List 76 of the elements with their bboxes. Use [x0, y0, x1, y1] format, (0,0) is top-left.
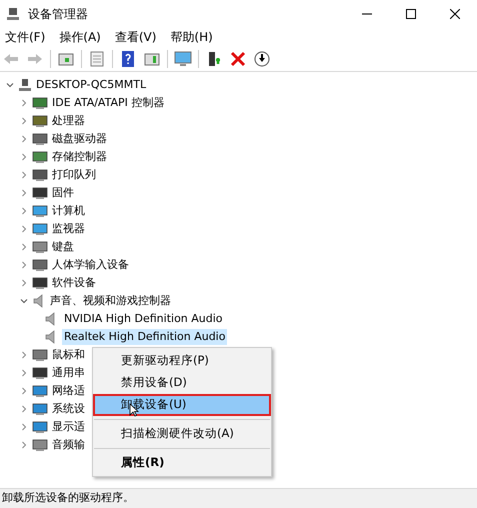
device-icon [32, 240, 48, 254]
expand-chevron-icon[interactable] [20, 405, 28, 413]
device-icon [32, 420, 48, 434]
tree-item[interactable]: 人体学输入设备 [52, 256, 129, 274]
tree-item[interactable]: 显示适 [52, 418, 85, 436]
tree-item[interactable]: NVIDIA High Definition Audio [62, 310, 225, 328]
device-icon [32, 132, 48, 146]
menu-item[interactable]: 查看(V) [114, 28, 156, 46]
device-icon [32, 348, 48, 362]
device-icon [32, 96, 48, 110]
menu-option[interactable]: 更新驱动程序(P) [93, 350, 271, 372]
close-icon [450, 8, 460, 18]
tree-item[interactable]: 磁盘驱动器 [52, 130, 107, 148]
expand-chevron-icon[interactable] [20, 99, 28, 107]
device-icon [32, 114, 48, 128]
tree-item[interactable]: IDE ATA/ATAPI 控制器 [52, 94, 164, 112]
menu-option[interactable]: 扫描检测硬件改动(A) [93, 423, 271, 445]
tree-item[interactable]: DESKTOP-QC5MMTL [36, 76, 146, 94]
expand-chevron-icon[interactable] [20, 117, 28, 125]
expand-chevron-icon[interactable] [20, 369, 28, 377]
device-icon [32, 438, 48, 452]
status-text: 卸载所选设备的驱动程序。 [2, 490, 134, 506]
device-icon [32, 222, 48, 236]
expand-chevron-icon[interactable] [20, 351, 28, 359]
device-icon [32, 204, 48, 218]
device-icon [32, 258, 48, 272]
menu-item[interactable]: 文件(F) [5, 28, 46, 46]
device-icon [32, 366, 48, 380]
help-icon[interactable] [119, 50, 137, 68]
device-icon [32, 402, 48, 416]
tree-item[interactable]: 软件设备 [52, 274, 96, 292]
expand-chevron-icon[interactable] [20, 171, 28, 179]
expand-chevron-icon[interactable] [20, 279, 28, 287]
expand-chevron-icon[interactable] [20, 441, 28, 449]
expand-chevron-icon[interactable] [20, 387, 28, 395]
menu-option[interactable]: 禁用设备(D) [93, 372, 271, 394]
tree-item[interactable]: 计算机 [52, 202, 85, 220]
collapse-chevron-icon[interactable] [6, 81, 14, 89]
tree-item[interactable]: 监视器 [52, 220, 85, 238]
device-icon [32, 384, 48, 398]
device-icon [32, 168, 48, 182]
device-icon [32, 276, 48, 290]
tree-item[interactable]: 音频输 [52, 436, 85, 454]
tree-item[interactable]: Realtek High Definition Audio [62, 328, 228, 346]
properties-icon[interactable] [88, 50, 106, 68]
expand-chevron-icon[interactable] [20, 225, 28, 233]
maximize-icon [406, 8, 416, 18]
download-icon[interactable] [253, 50, 271, 68]
tree-item[interactable]: 打印队列 [52, 166, 96, 184]
tree-item[interactable]: 键盘 [52, 238, 74, 256]
tree-item[interactable]: 处理器 [52, 112, 85, 130]
device-icon [32, 186, 48, 200]
expand-chevron-icon[interactable] [20, 261, 28, 269]
computer-icon [18, 78, 32, 92]
tree-item[interactable]: 固件 [52, 184, 74, 202]
window-title: 设备管理器 [28, 6, 88, 22]
menu-option[interactable]: 属性(R) [93, 452, 271, 474]
expand-chevron-icon[interactable] [20, 207, 28, 215]
expand-chevron-icon[interactable] [20, 189, 28, 197]
device-icon [32, 150, 48, 164]
expand-chevron-icon[interactable] [20, 135, 28, 143]
tree-item[interactable]: 声音、视频和游戏控制器 [50, 292, 171, 310]
expand-chevron-icon[interactable] [20, 153, 28, 161]
tree-item[interactable]: 网络适 [52, 382, 85, 400]
tree-item[interactable]: 鼠标和 [52, 346, 85, 364]
expand-chevron-icon[interactable] [20, 423, 28, 431]
delete-icon[interactable] [229, 50, 247, 68]
monitor-icon[interactable] [174, 50, 192, 68]
tree-item[interactable]: 系统设 [52, 400, 85, 418]
menu-item[interactable]: 帮助(H) [170, 28, 213, 46]
tree-item[interactable]: 存储控制器 [52, 148, 107, 166]
menu-item[interactable]: 操作(A) [59, 28, 101, 46]
app-icon [6, 6, 20, 20]
tree-item[interactable]: 通用串 [52, 364, 85, 382]
collapse-chevron-icon[interactable] [20, 297, 28, 305]
expand-chevron-icon[interactable] [20, 243, 28, 251]
